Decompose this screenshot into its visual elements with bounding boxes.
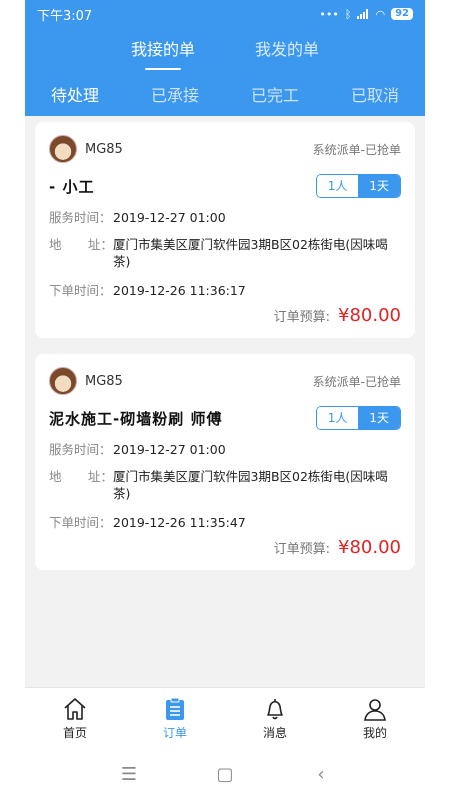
order-time: 2019-12-26 11:35:47 [113,515,246,530]
tab-pending[interactable]: 待处理 [25,82,125,106]
budget-row: 订单预算: ¥80.00 [49,537,401,558]
username: MG85 [85,141,123,157]
service-time: 2019-12-27 01:00 [113,210,226,225]
bottom-tab-bar: 首页 订单 消息 我的 [25,687,425,748]
bluetooth-icon: ᛒ [344,7,352,21]
tab-cancelled[interactable]: 已取消 [325,82,425,106]
status-tabs: 待处理 已承接 已完工 已取消 [25,72,425,116]
tab-orders[interactable]: 订单 [125,688,225,748]
order-list: MG85 系统派单-已抢单 - 小工 1人 1天 服务时间： 2019-12-2… [25,116,425,570]
workers-chip: 1人 [316,175,359,197]
workers-chip: 1人 [316,407,359,429]
tab-home-label: 首页 [62,725,87,740]
header: 下午3:07 ••• ᛒ ◠ 92 我接的单 我发的单 待处理 已承接 已完工 … [25,0,425,116]
job-title: 泥水施工-砌墙粉刷 师傅 [49,409,223,428]
worker-day-chips: 1人 1天 [315,174,401,198]
tab-profile-label: 我的 [362,725,387,740]
home-button-icon[interactable]: ▢ [213,764,237,785]
more-dots-icon: ••• [319,7,339,21]
signal-icon [357,9,369,19]
address-label: 地址： [49,237,113,252]
status-time: 下午3:07 [37,8,93,24]
address: 厦门市集美区厦门软件园3期B区02栋街电(因味喝茶) [113,469,388,501]
tab-profile[interactable]: 我的 [325,688,425,748]
order-status: 系统派单-已抢单 [312,374,401,389]
service-time-row: 服务时间： 2019-12-27 01:00 [49,441,401,458]
tab-completed[interactable]: 已完工 [225,82,325,106]
system-nav-bar: ☰ ▢ ‹ [0,748,450,800]
budget-value: ¥80.00 [338,305,401,326]
service-time: 2019-12-27 01:00 [113,442,226,457]
home-icon [64,697,86,720]
app-screen: 下午3:07 ••• ᛒ ◠ 92 我接的单 我发的单 待处理 已承接 已完工 … [25,0,425,748]
person-icon [364,698,386,721]
order-card[interactable]: MG85 系统派单-已抢单 泥水施工-砌墙粉刷 师傅 1人 1天 服务时间： 2… [35,354,415,570]
battery-icon: 92 [391,8,413,20]
address-row: 地址： 厦门市集美区厦门软件园3期B区02栋街电(因味喝茶) [49,468,401,502]
tab-messages-label: 消息 [262,725,287,740]
service-time-label: 服务时间： [49,210,112,225]
address-label: 地址： [49,469,113,484]
order-time-label: 下单时间： [49,283,112,298]
tab-messages[interactable]: 消息 [225,688,325,748]
avatar [49,135,77,163]
order-status: 系统派单-已抢单 [312,142,401,157]
order-card[interactable]: MG85 系统派单-已抢单 - 小工 1人 1天 服务时间： 2019-12-2… [35,122,415,338]
top-tabs: 我接的单 我发的单 [25,28,425,72]
order-time-row: 下单时间： 2019-12-26 11:35:47 [49,514,401,531]
order-time: 2019-12-26 11:36:17 [113,283,246,298]
wifi-icon: ◠ [375,7,386,21]
menu-icon[interactable]: ☰ [117,764,141,785]
budget-value: ¥80.00 [338,537,401,558]
budget-label: 订单预算: [273,310,331,325]
order-time-label: 下单时间： [49,515,112,530]
tab-accepted[interactable]: 已承接 [125,82,225,106]
tab-home[interactable]: 首页 [25,688,125,748]
status-bar: 下午3:07 ••• ᛒ ◠ 92 [25,0,425,28]
username: MG85 [85,373,123,389]
order-time-row: 下单时间： 2019-12-26 11:36:17 [49,282,401,299]
tab-sent-orders[interactable]: 我发的单 [255,36,319,64]
budget-label: 订单预算: [273,542,331,557]
address: 厦门市集美区厦门软件园3期B区02栋街电(因味喝茶) [113,237,388,269]
budget-row: 订单预算: ¥80.00 [49,305,401,326]
back-icon[interactable]: ‹ [309,764,333,785]
tab-orders-label: 订单 [162,725,187,740]
bell-icon [267,698,283,719]
tab-received-orders[interactable]: 我接的单 [131,36,195,64]
service-time-label: 服务时间： [49,442,112,457]
avatar [49,367,77,395]
address-row: 地址： 厦门市集美区厦门软件园3期B区02栋街电(因味喝茶) [49,236,401,270]
service-time-row: 服务时间： 2019-12-27 01:00 [49,209,401,226]
worker-day-chips: 1人 1天 [315,406,401,430]
days-chip: 1天 [358,175,400,197]
job-title: - 小工 [49,177,95,196]
clipboard-icon [166,697,184,720]
days-chip: 1天 [358,407,400,429]
